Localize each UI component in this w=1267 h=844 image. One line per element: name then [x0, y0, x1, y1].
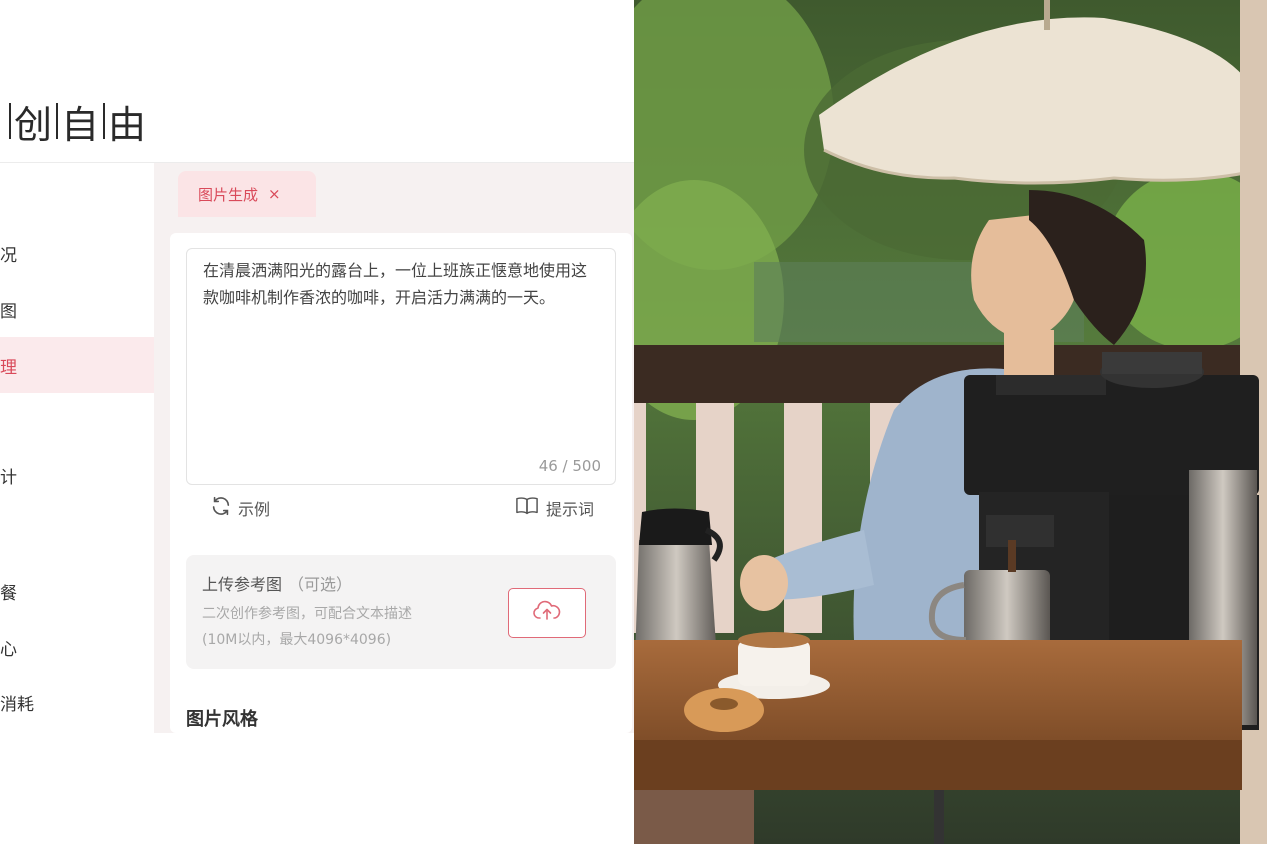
close-icon[interactable]: ×	[268, 185, 281, 203]
brand-divider	[56, 103, 59, 139]
brand-char: 自	[61, 102, 101, 147]
upload-title: 上传参考图 （可选）	[202, 571, 352, 595]
sidebar-item-consumption[interactable]: 消耗	[0, 674, 154, 730]
generated-image-coffee-terrace	[634, 0, 1267, 844]
sidebar-item-label: 消耗	[0, 694, 34, 715]
sidebar-item-label: 餐	[0, 583, 17, 604]
brand-logo: 创 自 由	[6, 96, 148, 147]
generation-card: 在清晨洒满阳光的露台上，一位上班族正惬意地使用这款咖啡机制作香浓的咖啡，开启活力…	[170, 233, 632, 733]
brand-char: 创	[14, 102, 54, 147]
upload-title-text: 上传参考图	[202, 575, 283, 594]
sidebar-item-center[interactable]: 心	[0, 619, 154, 675]
image-style-heading: 图片风格	[186, 709, 258, 730]
upload-description: 二次创作参考图，可配合文本描述 (10M以内，最大4096*4096)	[202, 601, 492, 653]
sidebar-item-manage[interactable]: 理	[0, 337, 154, 393]
cloud-upload-icon	[532, 600, 562, 626]
brand-divider	[103, 103, 106, 139]
example-label: 示例	[238, 500, 271, 519]
sidebar-item-label: 图	[0, 301, 17, 322]
sidebar-item-label: 计	[0, 467, 17, 488]
tab-label: 图片生成	[198, 185, 259, 204]
book-icon	[514, 495, 546, 521]
tab-image-generation[interactable]: 图片生成 ×	[178, 171, 316, 217]
char-counter: 46 / 500	[538, 457, 601, 475]
prompt-actions: 示例 提示词	[186, 493, 616, 523]
sidebar-item-label: 理	[0, 357, 17, 378]
sidebar: 况 图 理 计 餐 心 消耗	[0, 163, 154, 733]
upload-reference-section: 上传参考图 （可选） 二次创作参考图，可配合文本描述 (10M以内，最大4096*…	[186, 555, 616, 669]
sidebar-item-blank[interactable]	[0, 393, 154, 449]
sidebar-item-overview[interactable]: 况	[0, 225, 154, 281]
example-button[interactable]: 示例	[210, 493, 270, 523]
brand-char: 由	[108, 102, 148, 147]
brand-divider	[9, 103, 11, 139]
sidebar-item-blank-2[interactable]	[0, 503, 154, 559]
upload-optional: （可选）	[288, 575, 353, 594]
upload-desc-line: (10M以内，最大4096*4096)	[202, 632, 392, 648]
sidebar-item-design[interactable]: 计	[0, 447, 154, 503]
ai-image-tool-panel: 创 自 由 况 图 理 计 餐 心 消耗 图片生成 × 在清晨洒满阳光的露台上，…	[0, 0, 634, 844]
refresh-icon	[210, 495, 238, 521]
sidebar-item-label: 况	[0, 245, 17, 266]
upload-button[interactable]	[508, 588, 586, 638]
sidebar-item-image[interactable]: 图	[0, 281, 154, 337]
prompt-text[interactable]: 在清晨洒满阳光的露台上，一位上班族正惬意地使用这款咖啡机制作香浓的咖啡，开启活力…	[203, 257, 601, 311]
prompt-textarea[interactable]: 在清晨洒满阳光的露台上，一位上班族正惬意地使用这款咖啡机制作香浓的咖啡，开启活力…	[186, 248, 616, 485]
sidebar-item-package[interactable]: 餐	[0, 563, 154, 619]
prompt-tips-button[interactable]: 提示词	[514, 493, 594, 523]
prompt-tips-label: 提示词	[545, 500, 594, 519]
main-content: 图片生成 × 在清晨洒满阳光的露台上，一位上班族正惬意地使用这款咖啡机制作香浓的…	[154, 163, 634, 733]
upload-desc-line: 二次创作参考图，可配合文本描述	[202, 606, 412, 622]
sidebar-item-label: 心	[0, 639, 17, 660]
